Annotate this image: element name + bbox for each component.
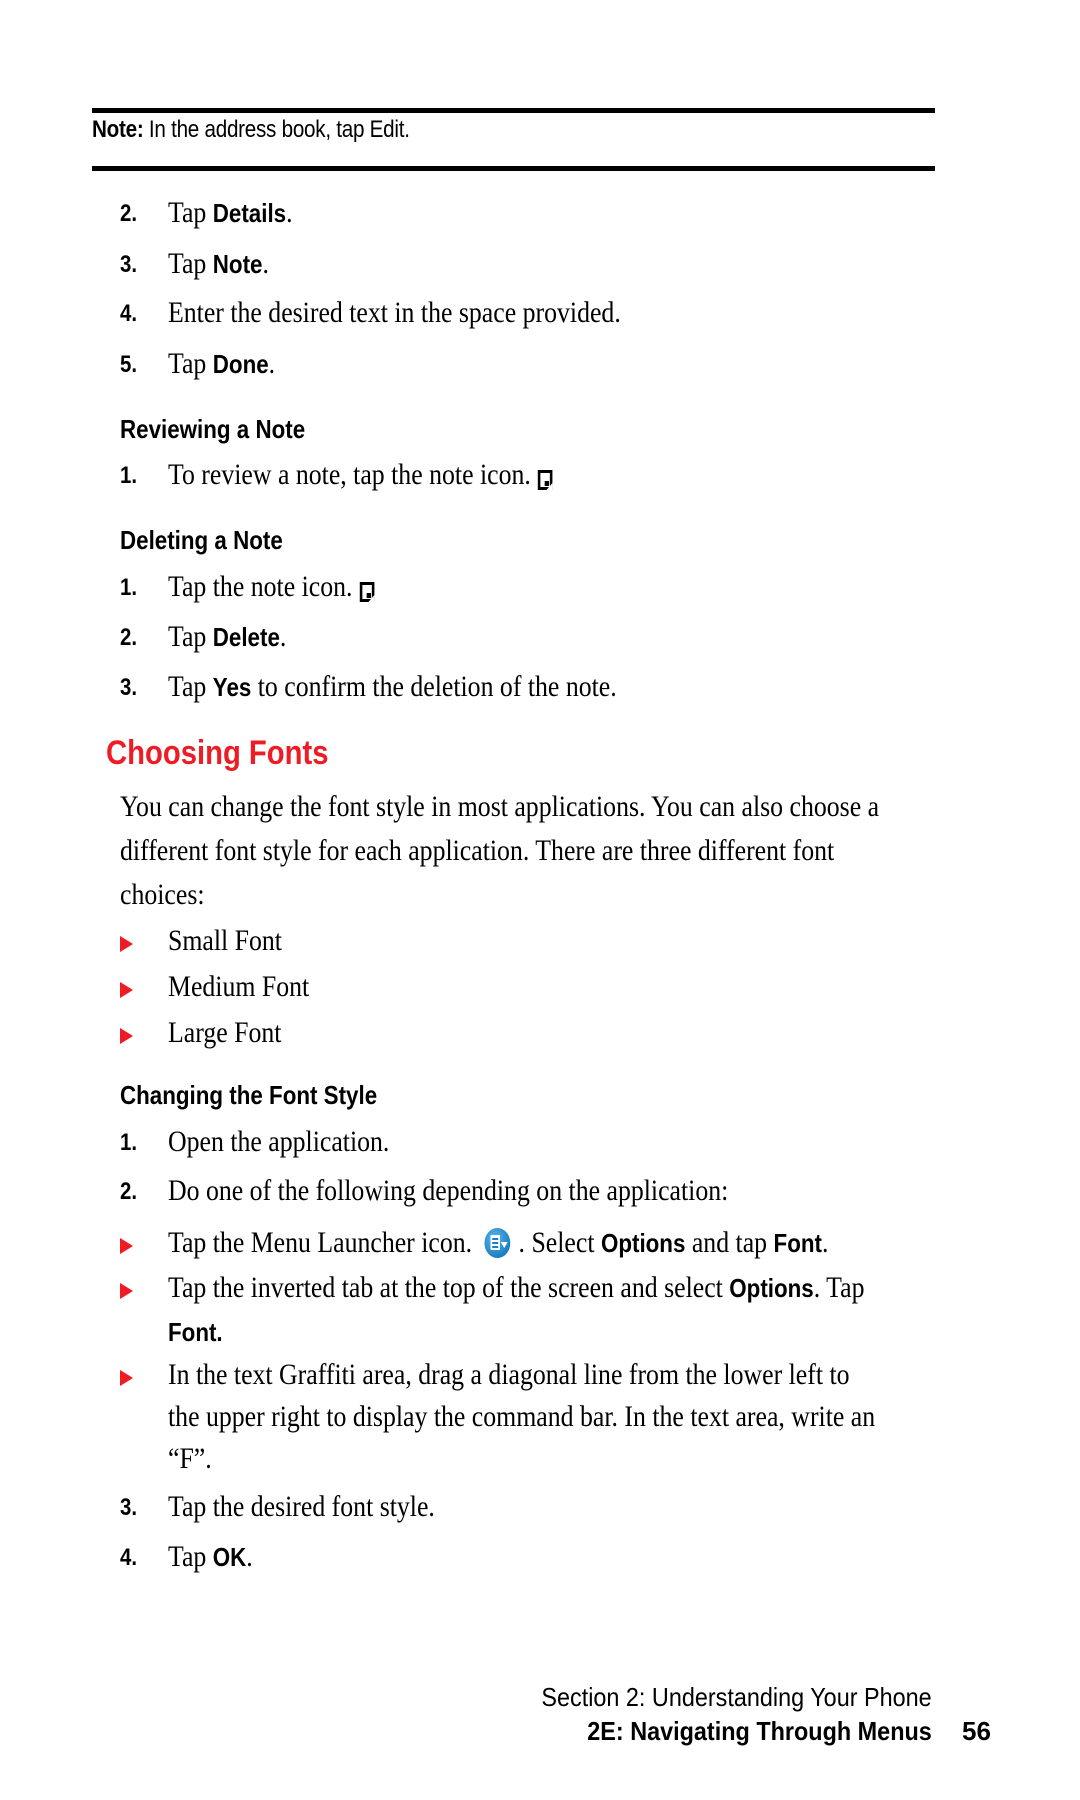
bullet-arrow-icon [120,1238,133,1254]
font-choice-text: Small Font [168,924,282,957]
step-text: Tap Yes to confirm the deletion of the n… [168,670,617,703]
step-text: Tap Delete. [168,620,287,653]
step-number: 1. [120,574,138,601]
note-label: Note: [92,116,144,143]
step-number: 2. [120,200,138,227]
footer-chapter: 2E: Navigating Through Menus [587,1716,932,1746]
menu-launcher-icon [484,1228,510,1258]
step-number: 3. [120,1494,138,1521]
step-number: 3. [120,674,138,701]
step-number: 2. [120,1178,138,1205]
step-text: Enter the desired text in the space prov… [168,296,621,329]
step-text: To review a note, tap the note icon. [168,458,553,492]
option-text-continued: “F”. [168,1442,212,1475]
bullet-arrow-icon [120,936,133,952]
paragraph-line: choices: [120,878,205,911]
step-number: 1. [120,1129,138,1156]
deleting-heading: Deleting a Note [120,525,283,555]
option-text: In the text Graffiti area, drag a diagon… [168,1358,850,1391]
option-text-continued: Font. [168,1317,223,1347]
bullet-arrow-icon [120,982,133,998]
paragraph-line: different font style for each applicatio… [120,834,835,867]
bullet-arrow-icon [120,1028,133,1044]
option-text: Tap the inverted tab at the top of the s… [168,1271,865,1304]
step-number: 1. [120,462,138,489]
font-choice-text: Medium Font [168,970,310,1003]
changing-style-heading: Changing the Font Style [120,1080,378,1110]
step-text: Tap Details. [168,196,293,229]
page-number: 56 [962,1716,991,1746]
step-text: Open the application. [168,1125,390,1158]
option-text: Tap the Menu Launcher icon.. Select Opti… [168,1226,829,1259]
note-icon [359,582,374,602]
step-number: 2. [120,624,138,651]
step-number: 4. [120,1544,138,1571]
option-text-continued: the upper right to display the command b… [168,1400,876,1433]
note-box: Note: In the address book, tap Edit. [92,116,410,144]
step-text: Tap Note. [168,247,269,280]
section-title: Choosing Fonts [106,734,329,772]
reviewing-heading: Reviewing a Note [120,414,306,444]
note-bottom-rule [92,166,935,171]
step-text: Tap Done. [168,347,276,380]
note-icon [537,470,553,490]
note-text: In the address book, tap Edit. [143,116,410,143]
step-text: Tap OK. [168,1540,253,1573]
step-text: Tap the note icon. [168,570,374,604]
step-text: Do one of the following depending on the… [168,1174,729,1207]
step-number: 4. [120,300,138,327]
step-text: Tap the desired font style. [168,1490,435,1523]
bullet-arrow-icon [120,1283,133,1299]
font-choice-text: Large Font [168,1016,282,1049]
step-number: 5. [120,351,138,378]
paragraph-line: You can change the font style in most ap… [120,790,880,823]
footer-section: Section 2: Understanding Your Phone [541,1682,932,1712]
note-top-rule [92,108,935,113]
bullet-arrow-icon [120,1370,133,1386]
step-number: 3. [120,251,138,278]
